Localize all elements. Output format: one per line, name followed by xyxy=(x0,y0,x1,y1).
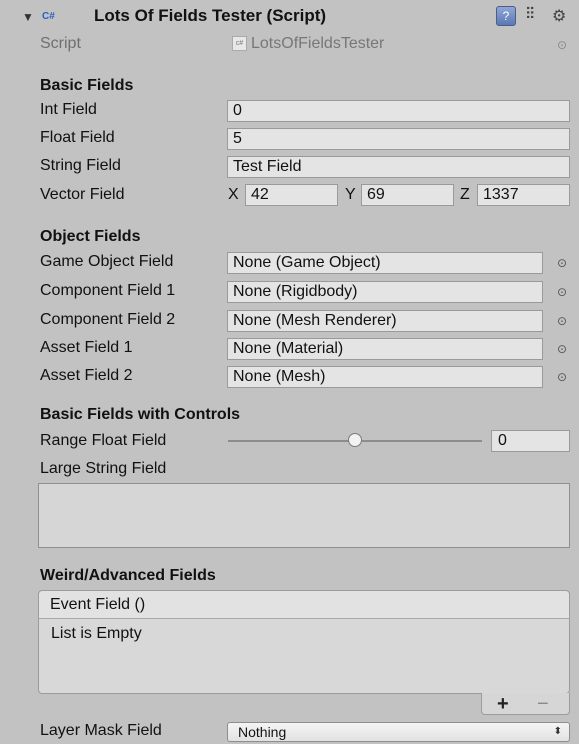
add-listener-button[interactable]: + xyxy=(497,694,509,714)
float-field-label: Float Field xyxy=(40,129,115,146)
game-object-field-label: Game Object Field xyxy=(40,253,174,270)
game-object-field-input[interactable]: None (Game Object) xyxy=(227,252,543,274)
range-float-label: Range Float Field xyxy=(40,432,167,449)
object-picker-icon[interactable]: ⊙ xyxy=(555,342,569,356)
vector-z-label: Z xyxy=(460,186,470,203)
script-file-icon: c# xyxy=(232,36,247,52)
component-inspector: ▼ C# Lots Of Fields Tester (Script) ? ⫶⫶… xyxy=(0,0,579,744)
range-value-input[interactable]: 0 xyxy=(491,430,570,452)
gear-menu-icon[interactable]: ⚙ xyxy=(552,6,566,26)
basic-fields-heading: Basic Fields xyxy=(40,77,134,94)
layer-mask-label: Layer Mask Field xyxy=(40,722,162,739)
preset-sliders-icon[interactable]: ⫶⫶ xyxy=(526,6,534,24)
component-field-2-label: Component Field 2 xyxy=(40,311,176,328)
event-field-header: Event Field () xyxy=(39,591,569,619)
csharp-script-icon: C# xyxy=(42,11,55,22)
vector-field-label: Vector Field xyxy=(40,186,125,203)
asset-field-1-label: Asset Field 1 xyxy=(40,339,133,356)
help-book-icon[interactable]: ? xyxy=(496,6,516,26)
object-fields-heading: Object Fields xyxy=(40,228,141,245)
event-field-box: Event Field () List is Empty xyxy=(38,590,570,694)
object-picker-icon[interactable]: ⊙ xyxy=(555,285,569,299)
object-picker-icon[interactable]: ⊙ xyxy=(555,370,569,384)
advanced-heading: Weird/Advanced Fields xyxy=(40,567,216,584)
vector-y-input[interactable]: 69 xyxy=(361,184,454,206)
large-string-label: Large String Field xyxy=(40,460,167,477)
asset-field-2-label: Asset Field 2 xyxy=(40,367,133,384)
float-field-input[interactable]: 5 xyxy=(227,128,570,150)
int-field-label: Int Field xyxy=(40,101,97,118)
vector-y-label: Y xyxy=(345,186,356,203)
controls-heading: Basic Fields with Controls xyxy=(40,406,241,423)
script-picker-icon: ⊙ xyxy=(556,38,568,52)
dropdown-arrow-icon: ⬍ xyxy=(553,726,562,737)
layer-mask-dropdown[interactable]: Nothing ⬍ xyxy=(227,722,570,742)
script-label: Script xyxy=(40,35,81,52)
object-picker-icon[interactable]: ⊙ xyxy=(555,314,569,328)
component-field-1-label: Component Field 1 xyxy=(40,282,176,299)
large-string-textarea[interactable] xyxy=(38,483,570,548)
script-field: c# LotsOfFieldsTester xyxy=(227,34,570,56)
component-title: Lots Of Fields Tester (Script) xyxy=(94,6,327,25)
asset-field-2-input[interactable]: None (Mesh) xyxy=(227,366,543,388)
event-list-footer xyxy=(481,693,570,715)
object-picker-icon[interactable]: ⊙ xyxy=(555,256,569,270)
int-field-input[interactable]: 0 xyxy=(227,100,570,122)
string-field-label: String Field xyxy=(40,157,121,174)
component-header[interactable]: ▼ C# Lots Of Fields Tester (Script) ? ⫶⫶… xyxy=(0,0,579,34)
script-value: LotsOfFieldsTester xyxy=(251,35,385,52)
range-slider-thumb[interactable] xyxy=(348,433,362,447)
component-field-1-input[interactable]: None (Rigidbody) xyxy=(227,281,543,303)
remove-listener-button[interactable]: − xyxy=(537,694,549,714)
component-field-2-input[interactable]: None (Mesh Renderer) xyxy=(227,310,543,332)
event-empty-text: List is Empty xyxy=(51,625,142,642)
layer-mask-value: Nothing xyxy=(238,724,287,740)
vector-z-input[interactable]: 1337 xyxy=(477,184,570,206)
vector-x-label: X xyxy=(228,186,239,203)
asset-field-1-input[interactable]: None (Material) xyxy=(227,338,543,360)
foldout-arrow-icon[interactable]: ▼ xyxy=(22,10,34,24)
string-field-input[interactable]: Test Field xyxy=(227,156,570,178)
vector-x-input[interactable]: 42 xyxy=(245,184,338,206)
